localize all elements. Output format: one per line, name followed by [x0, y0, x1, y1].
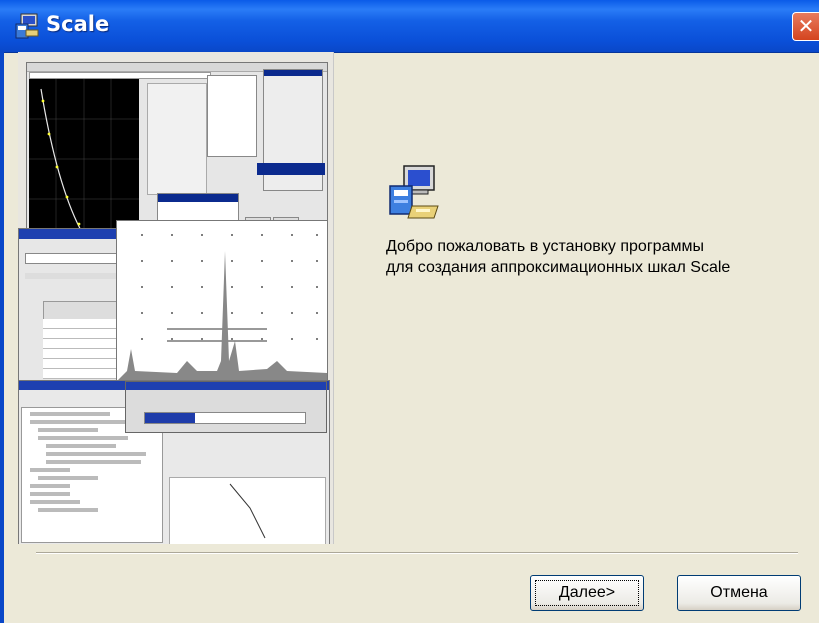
next-button[interactable]: Далее> — [530, 575, 644, 611]
banner-screenshot-spectrum — [116, 220, 328, 387]
title-bar[interactable]: Scale ✕ — [0, 0, 819, 53]
banner-screenshot-tree — [18, 380, 330, 544]
cancel-button[interactable]: Отмена — [677, 575, 801, 611]
computer-setup-icon — [389, 165, 439, 219]
window-border — [0, 52, 4, 623]
installer-window: Scale ✕ Добро пожаловать в установку про… — [0, 0, 819, 623]
close-button[interactable]: ✕ — [792, 12, 819, 41]
installer-icon — [15, 13, 39, 39]
welcome-line-2: для создания аппроксимационных шкал Scal… — [386, 259, 731, 276]
welcome-text: Добро пожаловать в установку программы д… — [386, 236, 806, 278]
welcome-line-1: Добро пожаловать в установку программы — [386, 238, 704, 255]
wizard-banner-image — [18, 52, 334, 544]
window-title: Scale — [46, 12, 110, 36]
focus-rect — [535, 580, 639, 606]
button-divider — [36, 552, 798, 554]
